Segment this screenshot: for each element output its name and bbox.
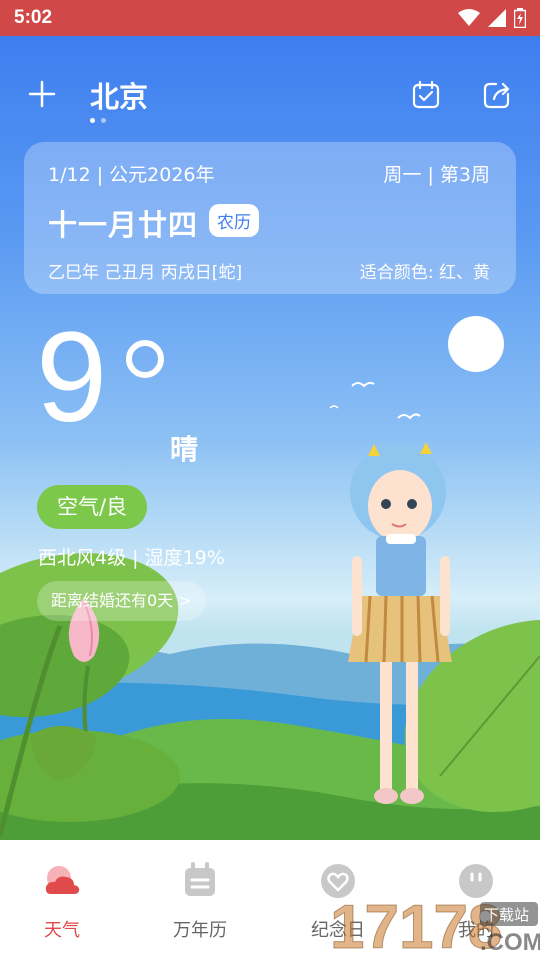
weather-condition: 晴 <box>170 433 199 466</box>
calendar-check-icon[interactable] <box>411 80 441 110</box>
status-bar: 5:02 <box>0 0 540 36</box>
lunar-date: 十一月廿四 <box>48 208 199 242</box>
battery-icon <box>514 8 526 28</box>
sun <box>448 316 504 372</box>
date-card[interactable]: 1/12 | 公元2026年 周一 | 第3周 十一月廿四 农历 乙巳年 己丑月… <box>24 142 516 294</box>
bird <box>397 413 421 420</box>
weather-scene: 北京 1/12 | 公元2026年 周一 | 第3周 十一月廿四 农历 乙巳年 … <box>0 36 540 840</box>
page-dot <box>101 118 106 123</box>
svg-text:17178: 17178 <box>330 893 502 960</box>
add-city-button[interactable] <box>26 78 58 110</box>
city-name[interactable]: 北京 <box>90 74 148 116</box>
lunar-tag: 农历 <box>209 204 259 237</box>
solar-date: 1/12 | 公元2026年 <box>48 164 215 186</box>
lucky-colors: 适合颜色: 红、黄 <box>359 263 490 283</box>
wind-humidity: 西北风4级 | 湿度19% <box>38 547 225 569</box>
svg-text:下载站: 下载站 <box>484 906 529 924</box>
svg-text:.COM: .COM <box>480 929 540 956</box>
watermark-logo: 17178 下载站 .COM <box>330 870 540 963</box>
cloud-icon <box>45 866 80 894</box>
anniversary-countdown[interactable]: 距离结婚还有0天 > <box>37 581 206 621</box>
degree-symbol <box>126 340 164 378</box>
page-dot-active <box>90 118 95 123</box>
nav-calendar[interactable]: 万年历 <box>150 862 250 942</box>
weekday-week: 周一 | 第3周 <box>383 164 490 186</box>
nav-weather-label: 天气 <box>44 920 80 941</box>
signal-icon <box>488 9 506 27</box>
status-icons <box>458 8 526 28</box>
share-icon[interactable] <box>482 80 512 110</box>
calendar-icon <box>185 862 215 896</box>
air-quality-badge[interactable]: 空气/良 <box>37 485 147 529</box>
page-indicator <box>90 118 106 123</box>
bird <box>329 405 339 409</box>
top-bar: 北京 <box>0 54 540 123</box>
nav-calendar-label: 万年历 <box>173 920 227 941</box>
nav-weather[interactable]: 天气 <box>12 862 112 942</box>
wifi-icon <box>458 9 480 26</box>
temperature: 9 <box>36 306 108 449</box>
bird <box>351 381 375 388</box>
status-time: 5:02 <box>14 7 53 28</box>
ganzhi-date: 乙巳年 己丑月 丙戌日[蛇] <box>48 263 243 283</box>
